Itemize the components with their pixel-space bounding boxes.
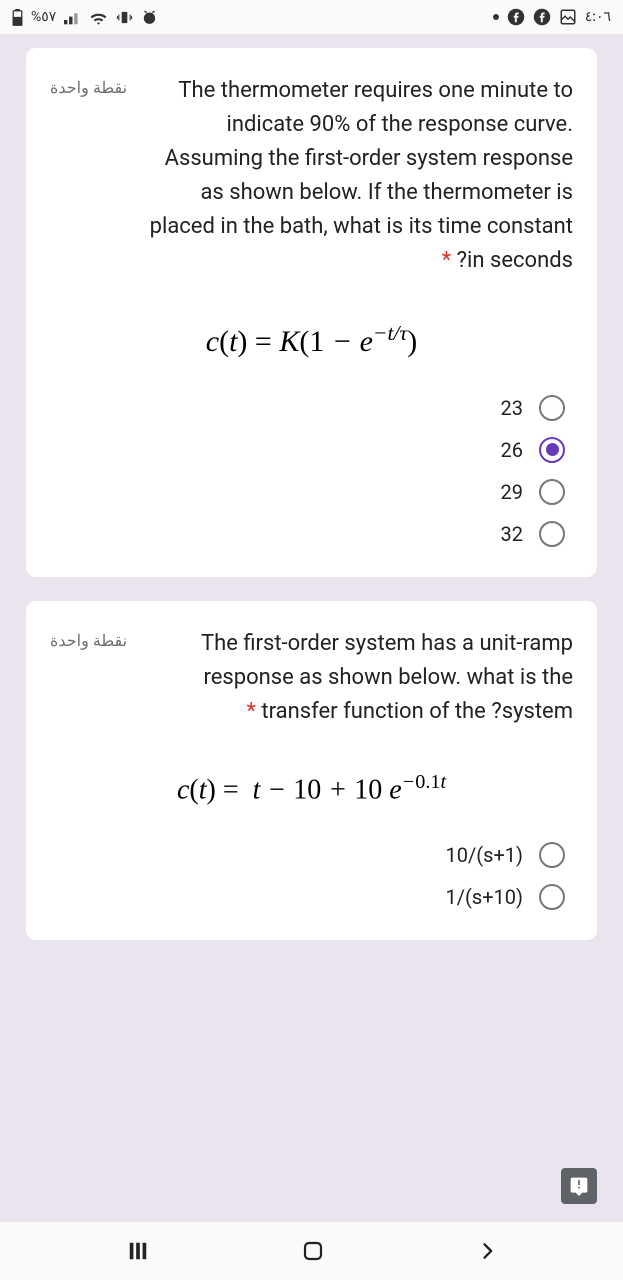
radio-icon [539, 395, 565, 421]
option-label: 23 [501, 396, 523, 420]
gallery-icon [559, 8, 577, 26]
required-asterisk: * [246, 699, 255, 724]
nav-back[interactable] [477, 1239, 497, 1263]
option-32[interactable]: 32 [501, 521, 565, 547]
equation-1: c(t) = K(1 − e−t/τ) [50, 321, 573, 359]
navigation-bar [0, 1222, 623, 1280]
option-a[interactable]: 10/(s+1) [446, 842, 565, 868]
question-header: The thermometer requires one minute to i… [50, 74, 573, 279]
option-label: 10/(s+1) [446, 843, 523, 867]
signal-icon [64, 10, 81, 25]
option-b[interactable]: 1/(s+10) [446, 884, 565, 910]
option-label: 32 [501, 522, 523, 546]
option-label: 29 [501, 480, 523, 504]
radio-icon [539, 479, 565, 505]
status-bar: ٤:٠٦ ٥٧% [0, 0, 623, 34]
vibrate-icon [116, 9, 133, 26]
question-tail: ?system [491, 699, 573, 724]
option-26[interactable]: 26 [501, 437, 565, 463]
question-card-2: The first-order system has a unit-ramp r… [26, 601, 597, 941]
radio-icon [539, 521, 565, 547]
status-time: ٤:٠٦ [585, 9, 611, 25]
report-problem-button[interactable] [561, 1168, 597, 1204]
question-tail: ?in seconds [457, 248, 573, 273]
radio-icon [539, 437, 565, 463]
status-right-group: ٤:٠٦ [493, 8, 611, 26]
question-body: The thermometer requires one minute to i… [150, 78, 573, 239]
content-area: The thermometer requires one minute to i… [0, 34, 623, 940]
question-text: The thermometer requires one minute to i… [141, 74, 573, 279]
status-left-group: ٥٧% [12, 9, 158, 26]
more-notifications-dot [493, 14, 499, 20]
points-label: نقطة واحدة [50, 627, 127, 729]
nav-home[interactable] [301, 1239, 325, 1263]
facebook-icon [507, 8, 525, 26]
radio-icon [539, 842, 565, 868]
option-23[interactable]: 23 [501, 395, 565, 421]
battery-percent: ٥٧% [31, 9, 56, 25]
options-group-2: 10/(s+1) 1/(s+10) [50, 842, 573, 910]
battery-icon [12, 9, 23, 26]
question-header: The first-order system has a unit-ramp r… [50, 627, 573, 729]
nav-recents[interactable] [126, 1240, 150, 1262]
option-label: 1/(s+10) [446, 885, 523, 909]
alarm-icon [141, 9, 158, 26]
required-asterisk: * [442, 248, 451, 273]
option-29[interactable]: 29 [501, 479, 565, 505]
question-card-1: The thermometer requires one minute to i… [26, 48, 597, 577]
points-label: نقطة واحدة [50, 74, 127, 279]
radio-icon [539, 884, 565, 910]
equation-2: c(t) = t − 10 + 10 e−0.1t [50, 771, 573, 806]
option-label: 26 [501, 438, 523, 462]
wifi-icon [89, 10, 108, 25]
options-group-1: 23 26 29 32 [50, 395, 573, 547]
question-text: The first-order system has a unit-ramp r… [141, 627, 573, 729]
facebook-icon [533, 8, 551, 26]
